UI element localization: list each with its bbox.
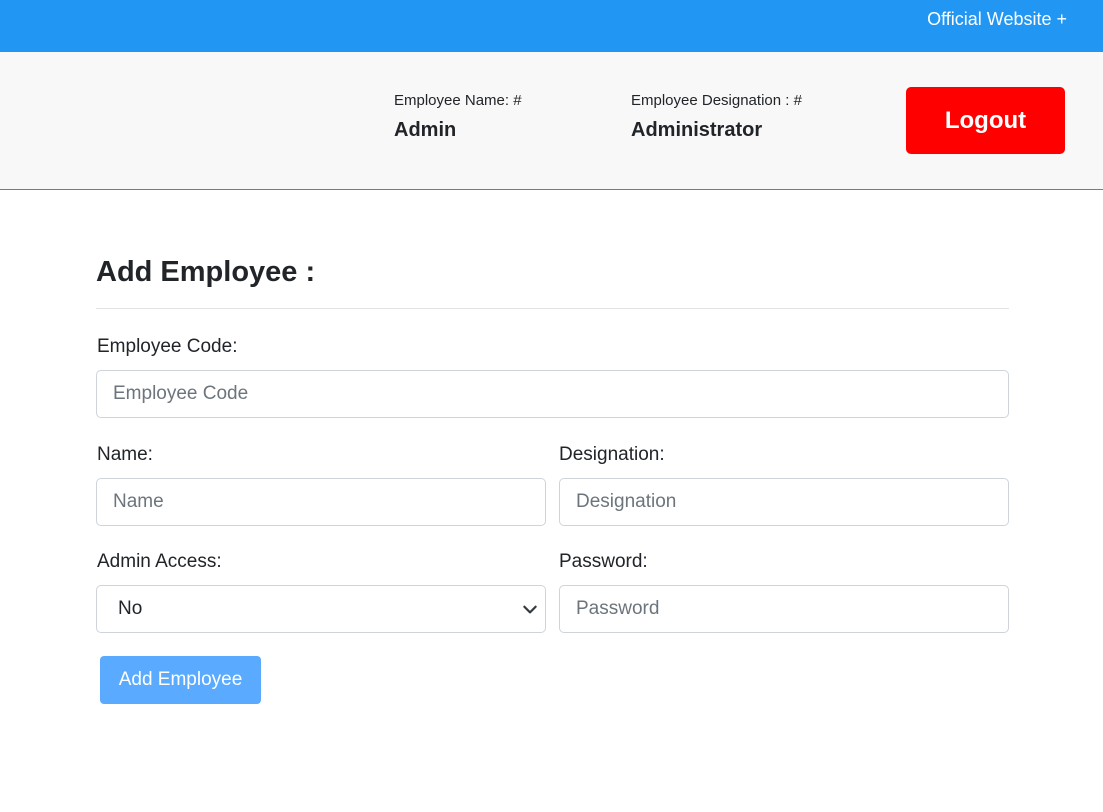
official-website-link[interactable]: Official Website + xyxy=(927,9,1067,30)
admin-access-selected-value: No xyxy=(118,598,143,619)
employee-code-input[interactable] xyxy=(96,370,1009,418)
top-navbar: Official Website + xyxy=(0,0,1103,52)
chevron-down-icon xyxy=(523,605,537,614)
employee-designation-info: Employee Designation : # Administrator xyxy=(631,92,802,141)
password-label: Password: xyxy=(559,551,648,572)
admin-access-label: Admin Access: xyxy=(97,551,222,572)
user-info-header: Employee Name: # Admin Employee Designat… xyxy=(0,52,1103,190)
logout-button[interactable]: Logout xyxy=(906,87,1065,154)
name-label: Name: xyxy=(97,444,153,465)
employee-name-value: Admin xyxy=(394,119,457,141)
employee-code-label: Employee Code: xyxy=(97,336,238,357)
name-input[interactable] xyxy=(96,478,546,526)
add-employee-button[interactable]: Add Employee xyxy=(100,656,261,704)
employee-name-label: Employee Name: # xyxy=(394,92,522,109)
title-divider xyxy=(96,308,1009,309)
employee-designation-value: Administrator xyxy=(631,119,763,141)
page-title: Add Employee : xyxy=(96,256,316,288)
employee-designation-label: Employee Designation : # xyxy=(631,92,802,109)
designation-input[interactable] xyxy=(559,478,1009,526)
designation-label: Designation: xyxy=(559,444,665,465)
admin-access-select[interactable]: No xyxy=(96,585,546,633)
password-input[interactable] xyxy=(559,585,1009,633)
add-employee-form-header: Add Employee : xyxy=(96,252,1009,309)
employee-name-info: Employee Name: # Admin xyxy=(394,92,522,141)
